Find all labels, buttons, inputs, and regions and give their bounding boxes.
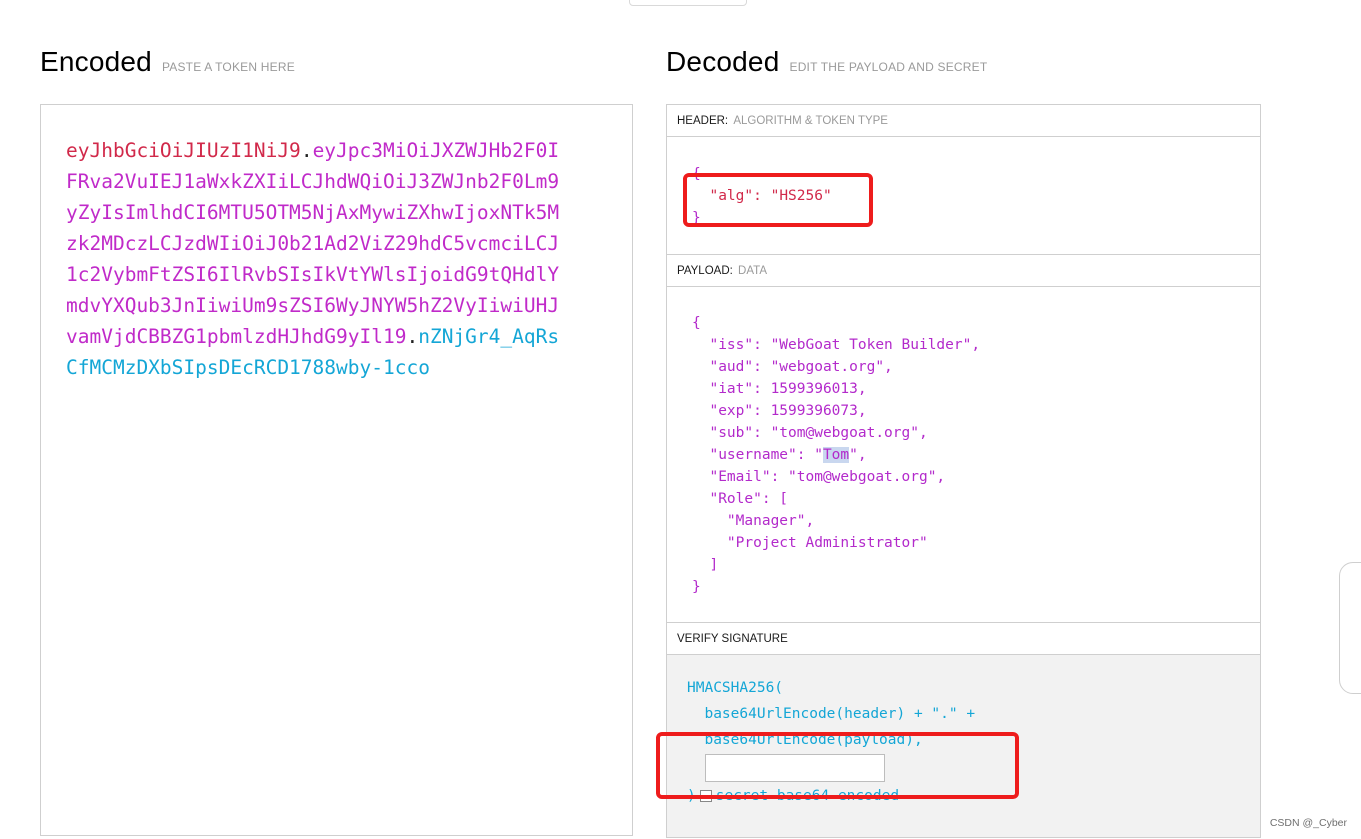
- payload-json-editor[interactable]: { "iss": "WebGoat Token Builder", "aud":…: [692, 312, 980, 598]
- payload-username-suffix: ",: [849, 447, 867, 463]
- header-hint: ALGORITHM & TOKEN TYPE: [733, 115, 888, 127]
- jwt-token-text[interactable]: eyJhbGciOiJIUzI1NiJ9.eyJpc3MiOiJXZWJHb2F…: [66, 135, 566, 383]
- header-section-head: HEADER: ALGORITHM & TOKEN TYPE: [667, 105, 1260, 137]
- watermark: CSDN @_Cyber: [1269, 817, 1347, 829]
- payload-username-value[interactable]: Tom: [822, 447, 850, 463]
- payload-aud: "aud": "webgoat.org",: [692, 359, 893, 375]
- payload-open-brace: {: [692, 315, 701, 331]
- highlight-box-alg: [683, 173, 873, 227]
- payload-close-brace: }: [692, 579, 701, 595]
- payload-username-prefix: "username": ": [692, 447, 823, 463]
- encoded-subtitle: PASTE A TOKEN HERE: [161, 60, 295, 74]
- verify-section-head: VERIFY SIGNATURE: [667, 623, 1260, 655]
- header-label: HEADER:: [677, 115, 729, 127]
- payload-role-open: "Role": [: [692, 491, 789, 507]
- encoded-title: Encoded PASTE A TOKEN HERE: [40, 46, 295, 78]
- decoded-subtitle: EDIT THE PAYLOAD AND SECRET: [789, 60, 988, 74]
- token-header-part: eyJhbGciOiJIUzI1NiJ9: [66, 139, 301, 162]
- encoded-token-editor[interactable]: eyJhbGciOiJIUzI1NiJ9.eyJpc3MiOiJXZWJHb2F…: [40, 104, 633, 836]
- encoded-title-text: Encoded: [40, 46, 152, 77]
- decoded-title: Decoded EDIT THE PAYLOAD AND SECRET: [666, 46, 987, 78]
- top-tab[interactable]: [629, 0, 747, 6]
- payload-sub: "sub": "tom@webgoat.org",: [692, 425, 928, 441]
- token-dot: .: [406, 325, 419, 348]
- payload-role-close: ]: [692, 557, 719, 573]
- payload-label: PAYLOAD:: [677, 265, 733, 277]
- payload-exp: "exp": 1599396073,: [692, 403, 867, 419]
- side-panel-tab[interactable]: [1339, 562, 1361, 694]
- payload-role-admin: "Project Administrator": [692, 535, 928, 551]
- payload-role-manager: "Manager",: [692, 513, 815, 529]
- payload-email: "Email": "tom@webgoat.org",: [692, 469, 946, 485]
- verify-label: VERIFY SIGNATURE: [677, 633, 788, 645]
- payload-iat: "iat": 1599396013,: [692, 381, 867, 397]
- payload-hint: DATA: [738, 265, 767, 277]
- payload-section-head: PAYLOAD: DATA: [667, 255, 1260, 287]
- payload-iss: "iss": "WebGoat Token Builder",: [692, 337, 981, 353]
- decoded-title-text: Decoded: [666, 46, 780, 77]
- token-dot: .: [300, 139, 313, 162]
- token-payload-part: eyJpc3MiOiJXZWJHb2F0IFRva2VuIEJ1aWxkZXIi…: [66, 139, 560, 348]
- sig-line-header: base64UrlEncode(header) + "." +: [687, 706, 976, 722]
- highlight-box-secret: [656, 732, 1019, 799]
- hmac-fn: HMACSHA256(: [687, 680, 784, 696]
